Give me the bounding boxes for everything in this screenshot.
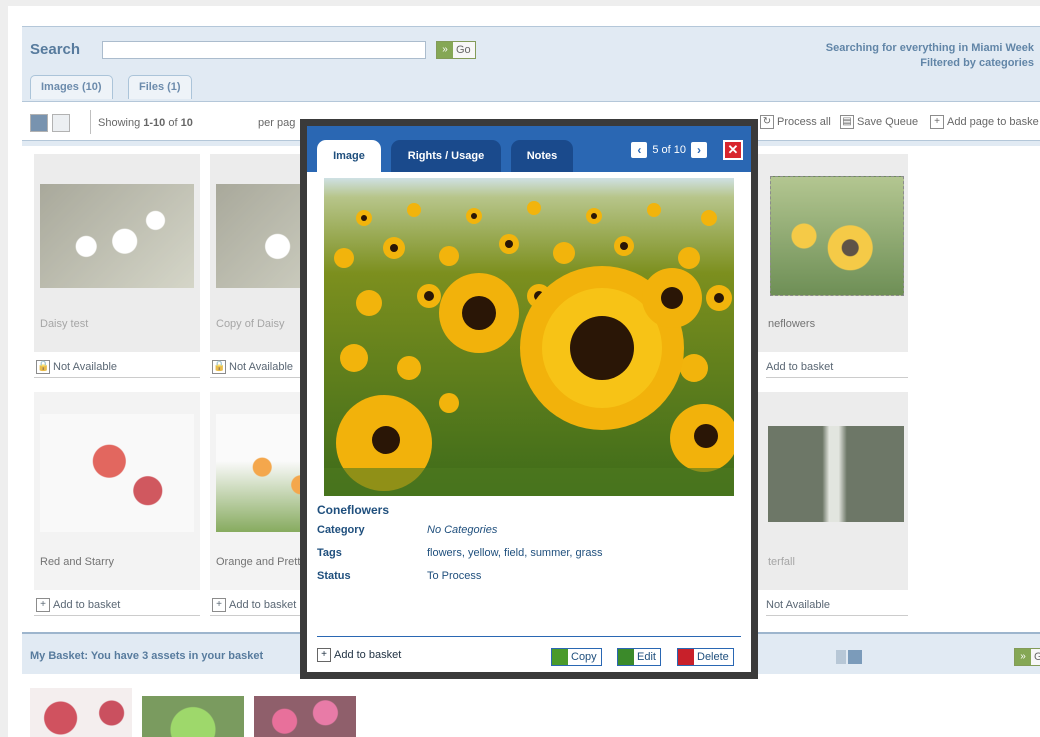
delete-button[interactable]: Delete bbox=[677, 648, 734, 666]
arrow-left-icon[interactable]: ‹ bbox=[631, 142, 648, 158]
copy-label: Copy bbox=[571, 651, 597, 663]
right-coneflower bbox=[642, 268, 702, 328]
meta-key: Category bbox=[317, 524, 365, 536]
coneflowers-image bbox=[324, 178, 738, 496]
close-icon[interactable]: ✕ bbox=[723, 140, 743, 160]
asset-preview-image bbox=[324, 178, 738, 496]
edit-label: Edit bbox=[637, 651, 656, 663]
plus-icon: + bbox=[317, 648, 331, 662]
copy-button[interactable]: Copy bbox=[551, 648, 602, 666]
edit-button[interactable]: Edit bbox=[617, 648, 661, 666]
meta-key: Status bbox=[317, 570, 351, 582]
tab-notes[interactable]: Notes bbox=[511, 140, 573, 172]
pager-label: 5 of 10 bbox=[652, 144, 686, 156]
arrow-right-icon[interactable]: › bbox=[691, 142, 707, 158]
modal-header: Image Rights / Usage Notes ‹ 5 of 10 › ✕ bbox=[307, 126, 751, 172]
modal-footer: + Add to basket Copy Edit Delete bbox=[317, 636, 741, 672]
copy-icon bbox=[552, 649, 568, 665]
asset-title: Coneflowers bbox=[317, 503, 390, 517]
trash-icon bbox=[678, 649, 694, 665]
meta-value: No Categories bbox=[427, 524, 498, 536]
add-to-basket-button[interactable]: + Add to basket bbox=[317, 648, 401, 662]
mid-coneflower bbox=[439, 273, 519, 353]
modal-body: Image Rights / Usage Notes ‹ 5 of 10 › ✕ bbox=[307, 126, 751, 672]
meta-value: To Process bbox=[427, 570, 482, 582]
edit-icon bbox=[618, 649, 634, 665]
tab-image[interactable]: Image bbox=[317, 140, 381, 172]
meta-key: Tags bbox=[317, 547, 342, 559]
meta-value[interactable]: flowers, yellow, field, summer, grass bbox=[427, 547, 602, 559]
delete-label: Delete bbox=[697, 651, 729, 663]
asset-detail-modal: Image Rights / Usage Notes ‹ 5 of 10 › ✕ bbox=[300, 119, 758, 679]
modal-pager: ‹ 5 of 10 › bbox=[631, 142, 707, 158]
add-to-basket-label: Add to basket bbox=[334, 649, 402, 661]
tab-rights-usage[interactable]: Rights / Usage bbox=[391, 140, 501, 172]
